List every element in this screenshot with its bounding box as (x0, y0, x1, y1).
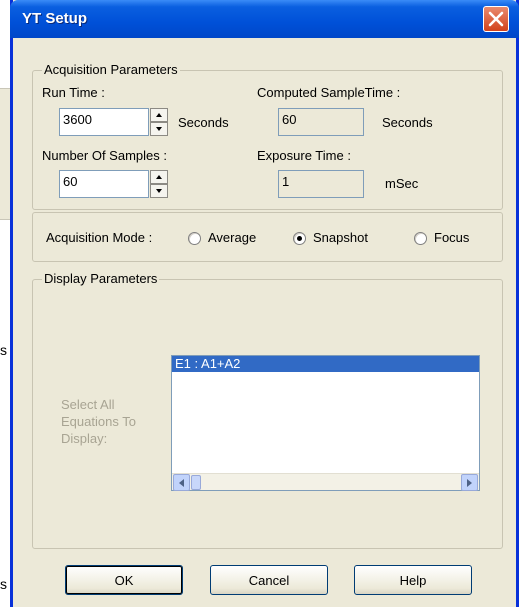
cancel-button[interactable]: Cancel (210, 565, 328, 595)
radio-selected-dot (297, 236, 302, 241)
scroll-thumb[interactable] (191, 475, 201, 490)
spin-down-button[interactable] (150, 122, 168, 136)
computed-sample-time-unit: Seconds (382, 115, 433, 130)
horizontal-scrollbar[interactable] (172, 473, 479, 491)
close-icon (488, 11, 504, 27)
ok-button[interactable]: OK (65, 565, 183, 595)
snapshot-radio-label[interactable]: Snapshot (313, 230, 368, 245)
select-equations-hint-line: Display: (61, 431, 108, 446)
exposure-time-unit: mSec (385, 176, 419, 191)
arrow-down-icon (156, 127, 162, 131)
display-parameters-legend: Display Parameters (42, 271, 160, 286)
equations-listbox[interactable]: E1 : A1+A2 (171, 355, 480, 491)
focus-radio-label[interactable]: Focus (434, 230, 469, 245)
chevron-right-icon (467, 478, 472, 487)
average-radio-label[interactable]: Average (208, 230, 256, 245)
number-of-samples-spinner[interactable] (150, 170, 168, 198)
arrow-up-icon (156, 113, 162, 117)
number-of-samples-label: Number Of Samples : (42, 148, 167, 163)
computed-sample-time-field: 60 (278, 108, 364, 136)
list-item[interactable]: E1 : A1+A2 (172, 356, 479, 372)
number-of-samples-input[interactable]: 60 (59, 170, 149, 198)
scroll-right-button[interactable] (461, 474, 478, 491)
select-equations-hint-line: Equations To (61, 414, 136, 429)
run-time-label: Run Time : (42, 85, 105, 100)
help-button[interactable]: Help (354, 565, 472, 595)
dialog-title: YT Setup (22, 10, 88, 27)
exposure-time-field: 1 (278, 170, 364, 198)
acquisition-mode-label: Acquisition Mode : (46, 230, 153, 245)
background-text-fragment: s (0, 342, 7, 358)
acquisition-parameters-legend: Acquisition Parameters (42, 62, 180, 77)
select-equations-hint-line: Select All (61, 397, 115, 412)
computed-sample-time-label: Computed SampleTime : (257, 85, 401, 100)
arrow-down-icon (156, 189, 162, 193)
spin-up-button[interactable] (150, 170, 168, 184)
close-button[interactable] (483, 6, 509, 32)
scroll-left-button[interactable] (173, 474, 190, 491)
snapshot-radio[interactable] (293, 232, 306, 245)
run-time-spinner[interactable] (150, 108, 168, 136)
chevron-left-icon (179, 478, 184, 487)
spin-up-button[interactable] (150, 108, 168, 122)
exposure-time-label: Exposure Time : (257, 148, 351, 163)
average-radio[interactable] (188, 232, 201, 245)
run-time-unit: Seconds (178, 115, 229, 130)
background-text-fragment: s (0, 576, 7, 592)
spin-down-button[interactable] (150, 184, 168, 198)
focus-radio[interactable] (414, 232, 427, 245)
run-time-input[interactable]: 3600 (59, 108, 149, 136)
arrow-up-icon (156, 175, 162, 179)
